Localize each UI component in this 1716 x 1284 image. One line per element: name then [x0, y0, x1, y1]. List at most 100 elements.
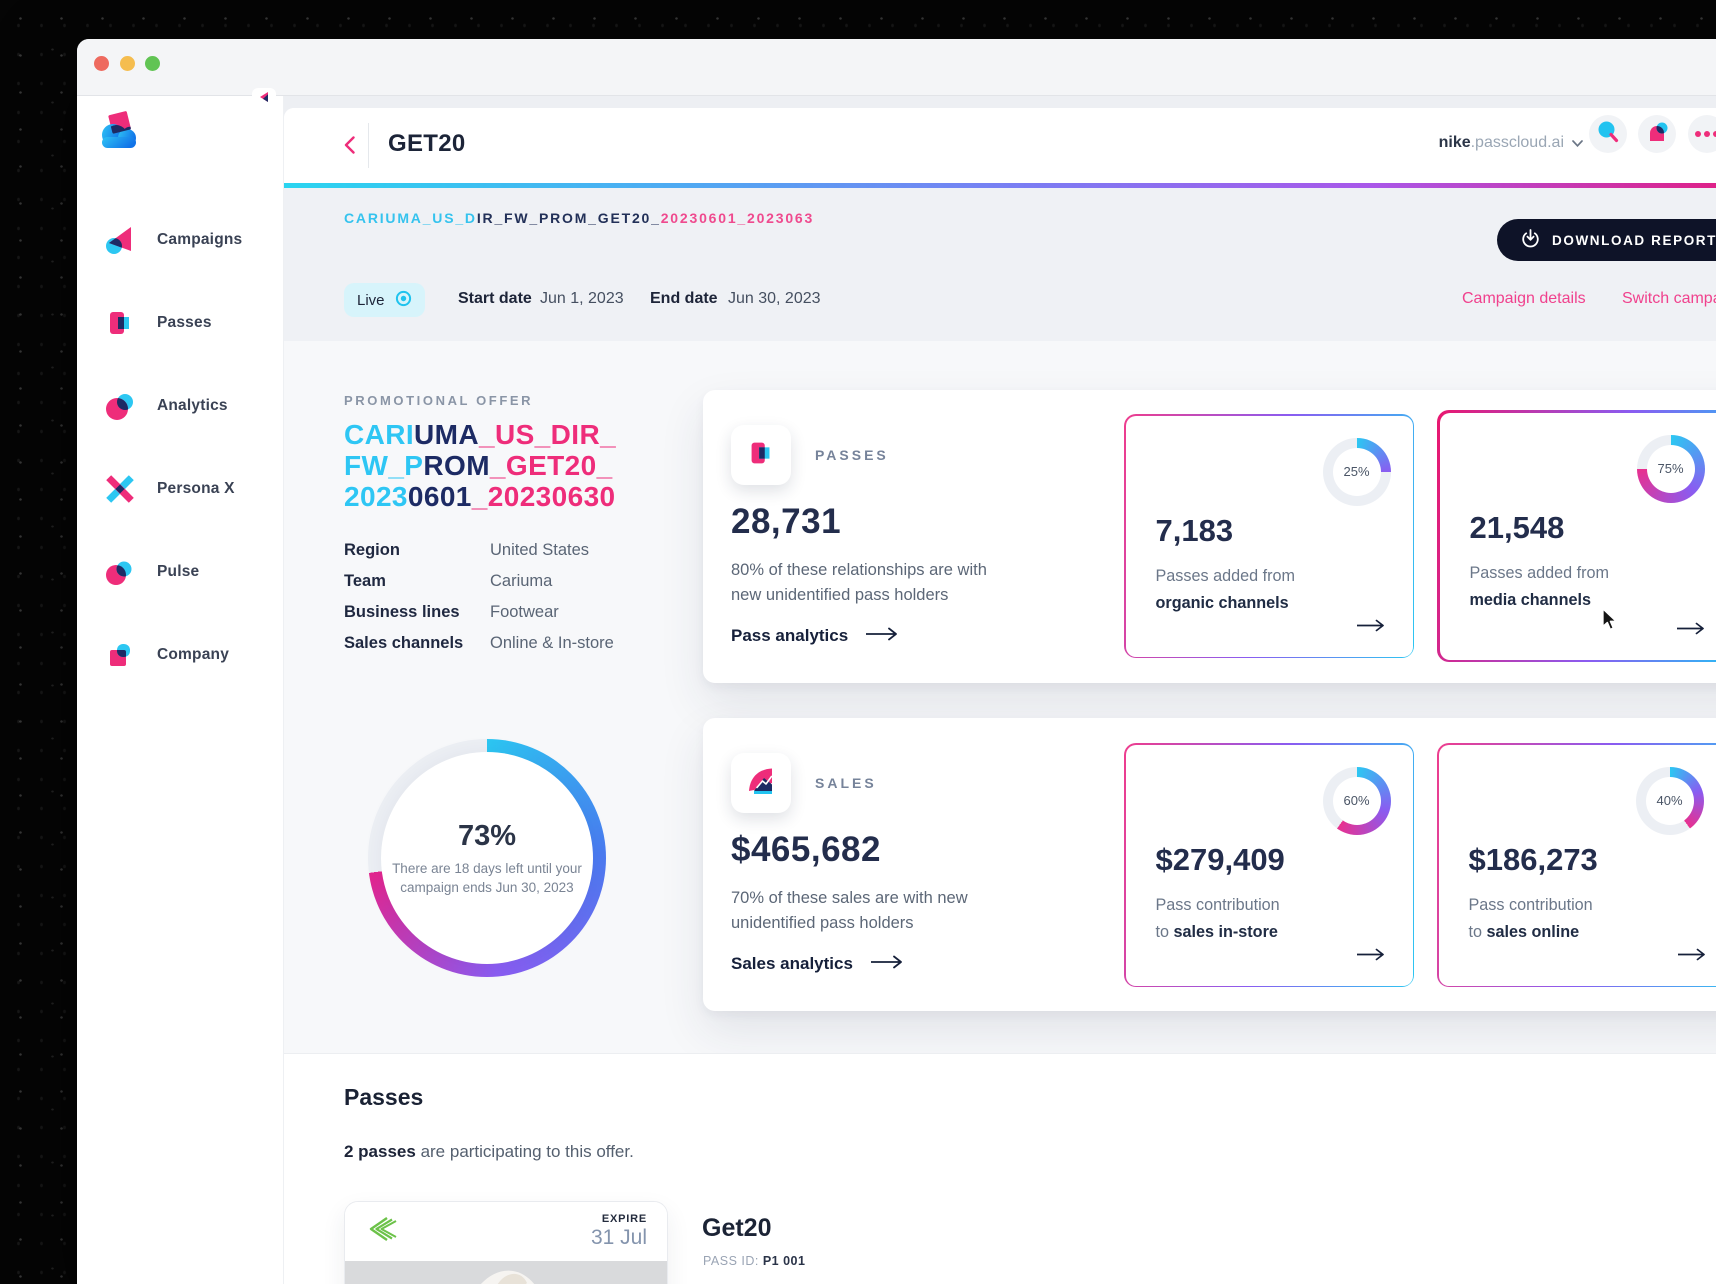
detail-row: Sales channels Online & In-store [344, 634, 614, 653]
sidebar-item-persona-x[interactable]: Persona X [103, 469, 235, 509]
zoom-window-button[interactable] [145, 56, 160, 71]
arrow-right-icon[interactable] [1357, 948, 1385, 966]
subcard-text: Passes added from [1156, 567, 1295, 586]
subcard-text: Pass contribution [1469, 896, 1593, 915]
end-date-label: End date [650, 290, 718, 308]
close-window-button[interactable] [94, 56, 109, 71]
passcloud-logo[interactable] [93, 108, 145, 160]
campaign-code-segment: IR_FW_PROM_GET20_ [477, 210, 661, 226]
collapse-sidebar-icon [258, 90, 270, 108]
subcard-text: Passes added from [1470, 564, 1609, 583]
sales-description: 70% of these sales are with new unidenti… [731, 886, 968, 936]
media-channels-card[interactable]: 75% 21,548 Passes added from media chann… [1437, 410, 1716, 662]
more-options-button[interactable] [1688, 115, 1716, 153]
passes-description: 80% of these relationships are with new … [731, 558, 987, 608]
back-button[interactable] [338, 130, 360, 160]
sidebar-item-label: Pulse [157, 563, 199, 581]
media-share-donut: 75% [1637, 435, 1705, 503]
download-report-button[interactable]: DOWNLOAD REPORT [1497, 219, 1716, 261]
screenshot-canvas: Campaigns Passes [0, 0, 1716, 1284]
pass-card-header: EXPIRE 31 Jul [345, 1202, 667, 1261]
sidebar-collapse-tab[interactable] [252, 88, 276, 109]
organic-passes-value: 7,183 [1156, 513, 1234, 549]
sidebar-item-campaigns[interactable]: Campaigns [103, 220, 242, 260]
campaign-code-segment: 20230601_2023063 [661, 210, 814, 226]
donut-percent-label: 60% [1343, 793, 1369, 808]
subcard-text: media channels [1470, 591, 1591, 610]
pass-id: PASS ID: P1 001 [703, 1254, 805, 1268]
sidebar-item-pulse[interactable]: Pulse [103, 552, 199, 592]
start-date-label: Start date [458, 290, 532, 308]
campaign-countdown-donut: 73% There are 18 days left until your ca… [368, 739, 606, 977]
end-date-value: Jun 30, 2023 [728, 290, 821, 308]
sidebar-item-label: Campaigns [157, 231, 242, 249]
sidebar: Campaigns Passes [77, 96, 284, 1284]
passes-section-heading: Passes [344, 1084, 423, 1111]
donut-percent-label: 75% [1657, 461, 1683, 476]
pulse-icon [103, 555, 137, 589]
download-icon [1521, 229, 1540, 251]
sales-in-store-card[interactable]: 60% $279,409 Pass contribution to sales … [1124, 743, 1414, 987]
organic-share-donut: 25% [1323, 438, 1391, 506]
arrow-right-icon [866, 626, 898, 646]
campaign-code: CARIUMA_US_DIR_FW_PROM_GET20_20230601_20… [344, 210, 814, 226]
live-radio-icon [395, 290, 412, 311]
passes-card-label: PASSES [815, 447, 889, 463]
detail-row: Region United States [344, 541, 589, 560]
header-divider [368, 123, 369, 168]
online-sales-value: $186,273 [1469, 842, 1598, 878]
arrow-right-icon[interactable] [1678, 948, 1706, 966]
detail-row: Business lines Footwear [344, 603, 559, 622]
subcard-text: to sales online [1469, 923, 1580, 942]
account-selector[interactable]: nike.passcloud.ai [1439, 134, 1583, 152]
pass-name: Get20 [702, 1214, 771, 1243]
sales-tile [731, 753, 791, 813]
status-label: Live [357, 292, 385, 309]
app-window: Campaigns Passes [77, 39, 1716, 1284]
download-report-label: DOWNLOAD REPORT [1552, 233, 1716, 248]
sidebar-item-company[interactable]: Company [103, 635, 229, 675]
offer-title-line: FW_PROM_GET20_ [344, 450, 616, 481]
passes-stat-card: PASSES 28,731 80% of these relationships… [703, 390, 1716, 683]
online-share-donut: 40% [1636, 767, 1704, 835]
pass-analytics-link[interactable]: Pass analytics [731, 626, 898, 646]
arrow-right-icon[interactable] [1357, 619, 1385, 637]
status-badge: Live [344, 283, 425, 317]
organic-channels-card[interactable]: 25% 7,183 Passes added from organic chan… [1124, 414, 1414, 658]
offer-title-line: CARIUMA_US_DIR_ [344, 419, 616, 450]
minimize-window-button[interactable] [120, 56, 135, 71]
passes-count-line: 2 passes are participating to this offer… [344, 1142, 634, 1162]
arrow-right-icon[interactable] [1677, 622, 1705, 640]
sidebar-item-passes[interactable]: Passes [103, 303, 212, 343]
chevron-down-icon [1572, 134, 1583, 152]
campaign-banner: CARIUMA_US_DIR_FW_PROM_GET20_20230601_20… [284, 188, 1716, 341]
passes-icon [745, 437, 777, 474]
campaign-details-link[interactable]: Campaign details [1462, 290, 1586, 308]
detail-label: Sales channels [344, 634, 490, 653]
sidebar-item-label: Company [157, 646, 229, 664]
detail-value: Online & In-store [490, 634, 614, 653]
company-icon [103, 638, 137, 672]
page-title: GET20 [388, 130, 466, 158]
sidebar-item-analytics[interactable]: Analytics [103, 386, 228, 426]
pass-photo [345, 1261, 667, 1284]
expire-label: EXPIRE [591, 1213, 647, 1225]
page-header: GET20 nike.passcloud.ai [284, 108, 1716, 183]
passcloud-apps-button[interactable] [1638, 115, 1676, 153]
detail-row: Team Cariuma [344, 572, 552, 591]
detail-label: Team [344, 572, 490, 591]
subcard-text: to sales in-store [1156, 923, 1278, 942]
passes-section: Passes 2 passes are participating to thi… [284, 1053, 1716, 1284]
cariuma-logo-icon [365, 1216, 403, 1247]
sales-analytics-link[interactable]: Sales analytics [731, 954, 903, 974]
account-name: nike [1439, 134, 1471, 151]
pass-card-get20[interactable]: EXPIRE 31 Jul [344, 1201, 668, 1284]
search-button[interactable] [1589, 115, 1627, 153]
in-store-share-donut: 60% [1323, 767, 1391, 835]
subcard-text: Pass contribution [1156, 896, 1280, 915]
offer-title: CARIUMA_US_DIR_ FW_PROM_GET20_ 20230601_… [344, 419, 616, 512]
in-store-sales-value: $279,409 [1156, 842, 1285, 878]
expire-date: 31 Jul [591, 1226, 647, 1250]
sales-online-card[interactable]: 40% $186,273 Pass contribution to sales … [1437, 743, 1716, 987]
switch-campaign-link[interactable]: Switch campaign [1622, 290, 1716, 308]
